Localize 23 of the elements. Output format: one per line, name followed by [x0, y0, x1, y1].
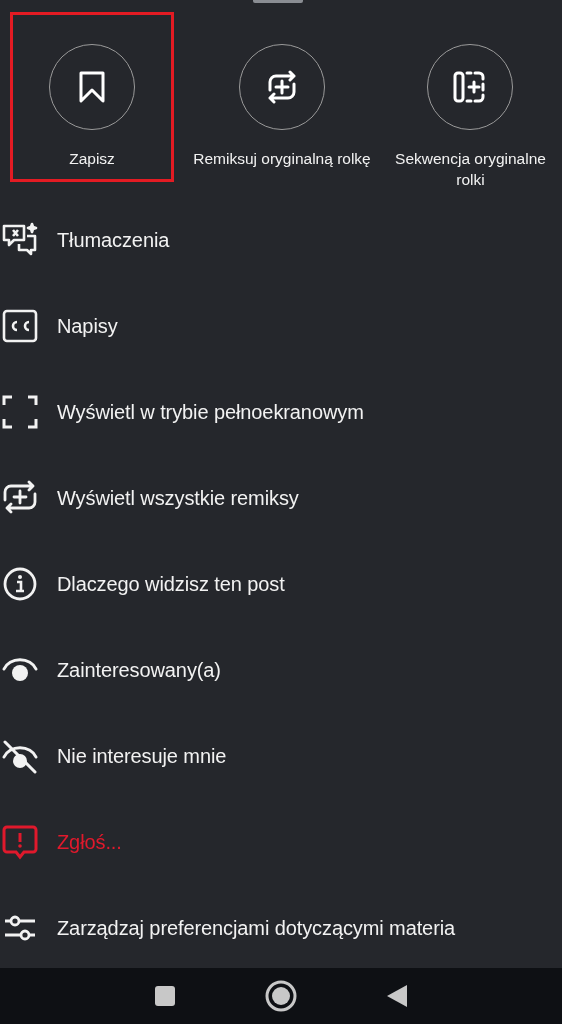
bookmark-icon	[77, 71, 107, 103]
menu-item[interactable]: Wyświetl w trybie pełnoekranowym	[0, 369, 562, 455]
sequence-icon	[452, 70, 487, 104]
fullscreen-icon	[1, 394, 39, 430]
home-icon[interactable]	[265, 980, 297, 1012]
captions-icon	[1, 308, 39, 344]
action-button[interactable]: Zapisz	[10, 12, 174, 182]
eye-off-icon	[1, 738, 39, 774]
menu-item[interactable]: Nie interesuje mnie	[0, 713, 562, 799]
menu-item[interactable]: Napisy	[0, 283, 562, 369]
menu-item[interactable]: Dlaczego widzisz ten post	[0, 541, 562, 627]
menu-item[interactable]: Zainteresowany(a)	[0, 627, 562, 713]
recents-icon[interactable]	[154, 985, 177, 1007]
report-icon	[1, 824, 39, 860]
translate-icon	[1, 222, 39, 258]
info-icon	[1, 566, 39, 602]
drag-handle[interactable]	[253, 0, 303, 3]
back-icon[interactable]	[385, 984, 408, 1008]
menu-item[interactable]: Wyświetl wszystkie remiksy	[0, 455, 562, 541]
menu-item[interactable]: Zarządzaj preferencjami dotyczącymi materia	[0, 885, 562, 971]
remix-icon	[1, 480, 39, 516]
action-button[interactable]: Remiksuj oryginalną rolkę	[187, 12, 377, 182]
menu-item[interactable]: Tłumaczenia	[0, 197, 562, 283]
